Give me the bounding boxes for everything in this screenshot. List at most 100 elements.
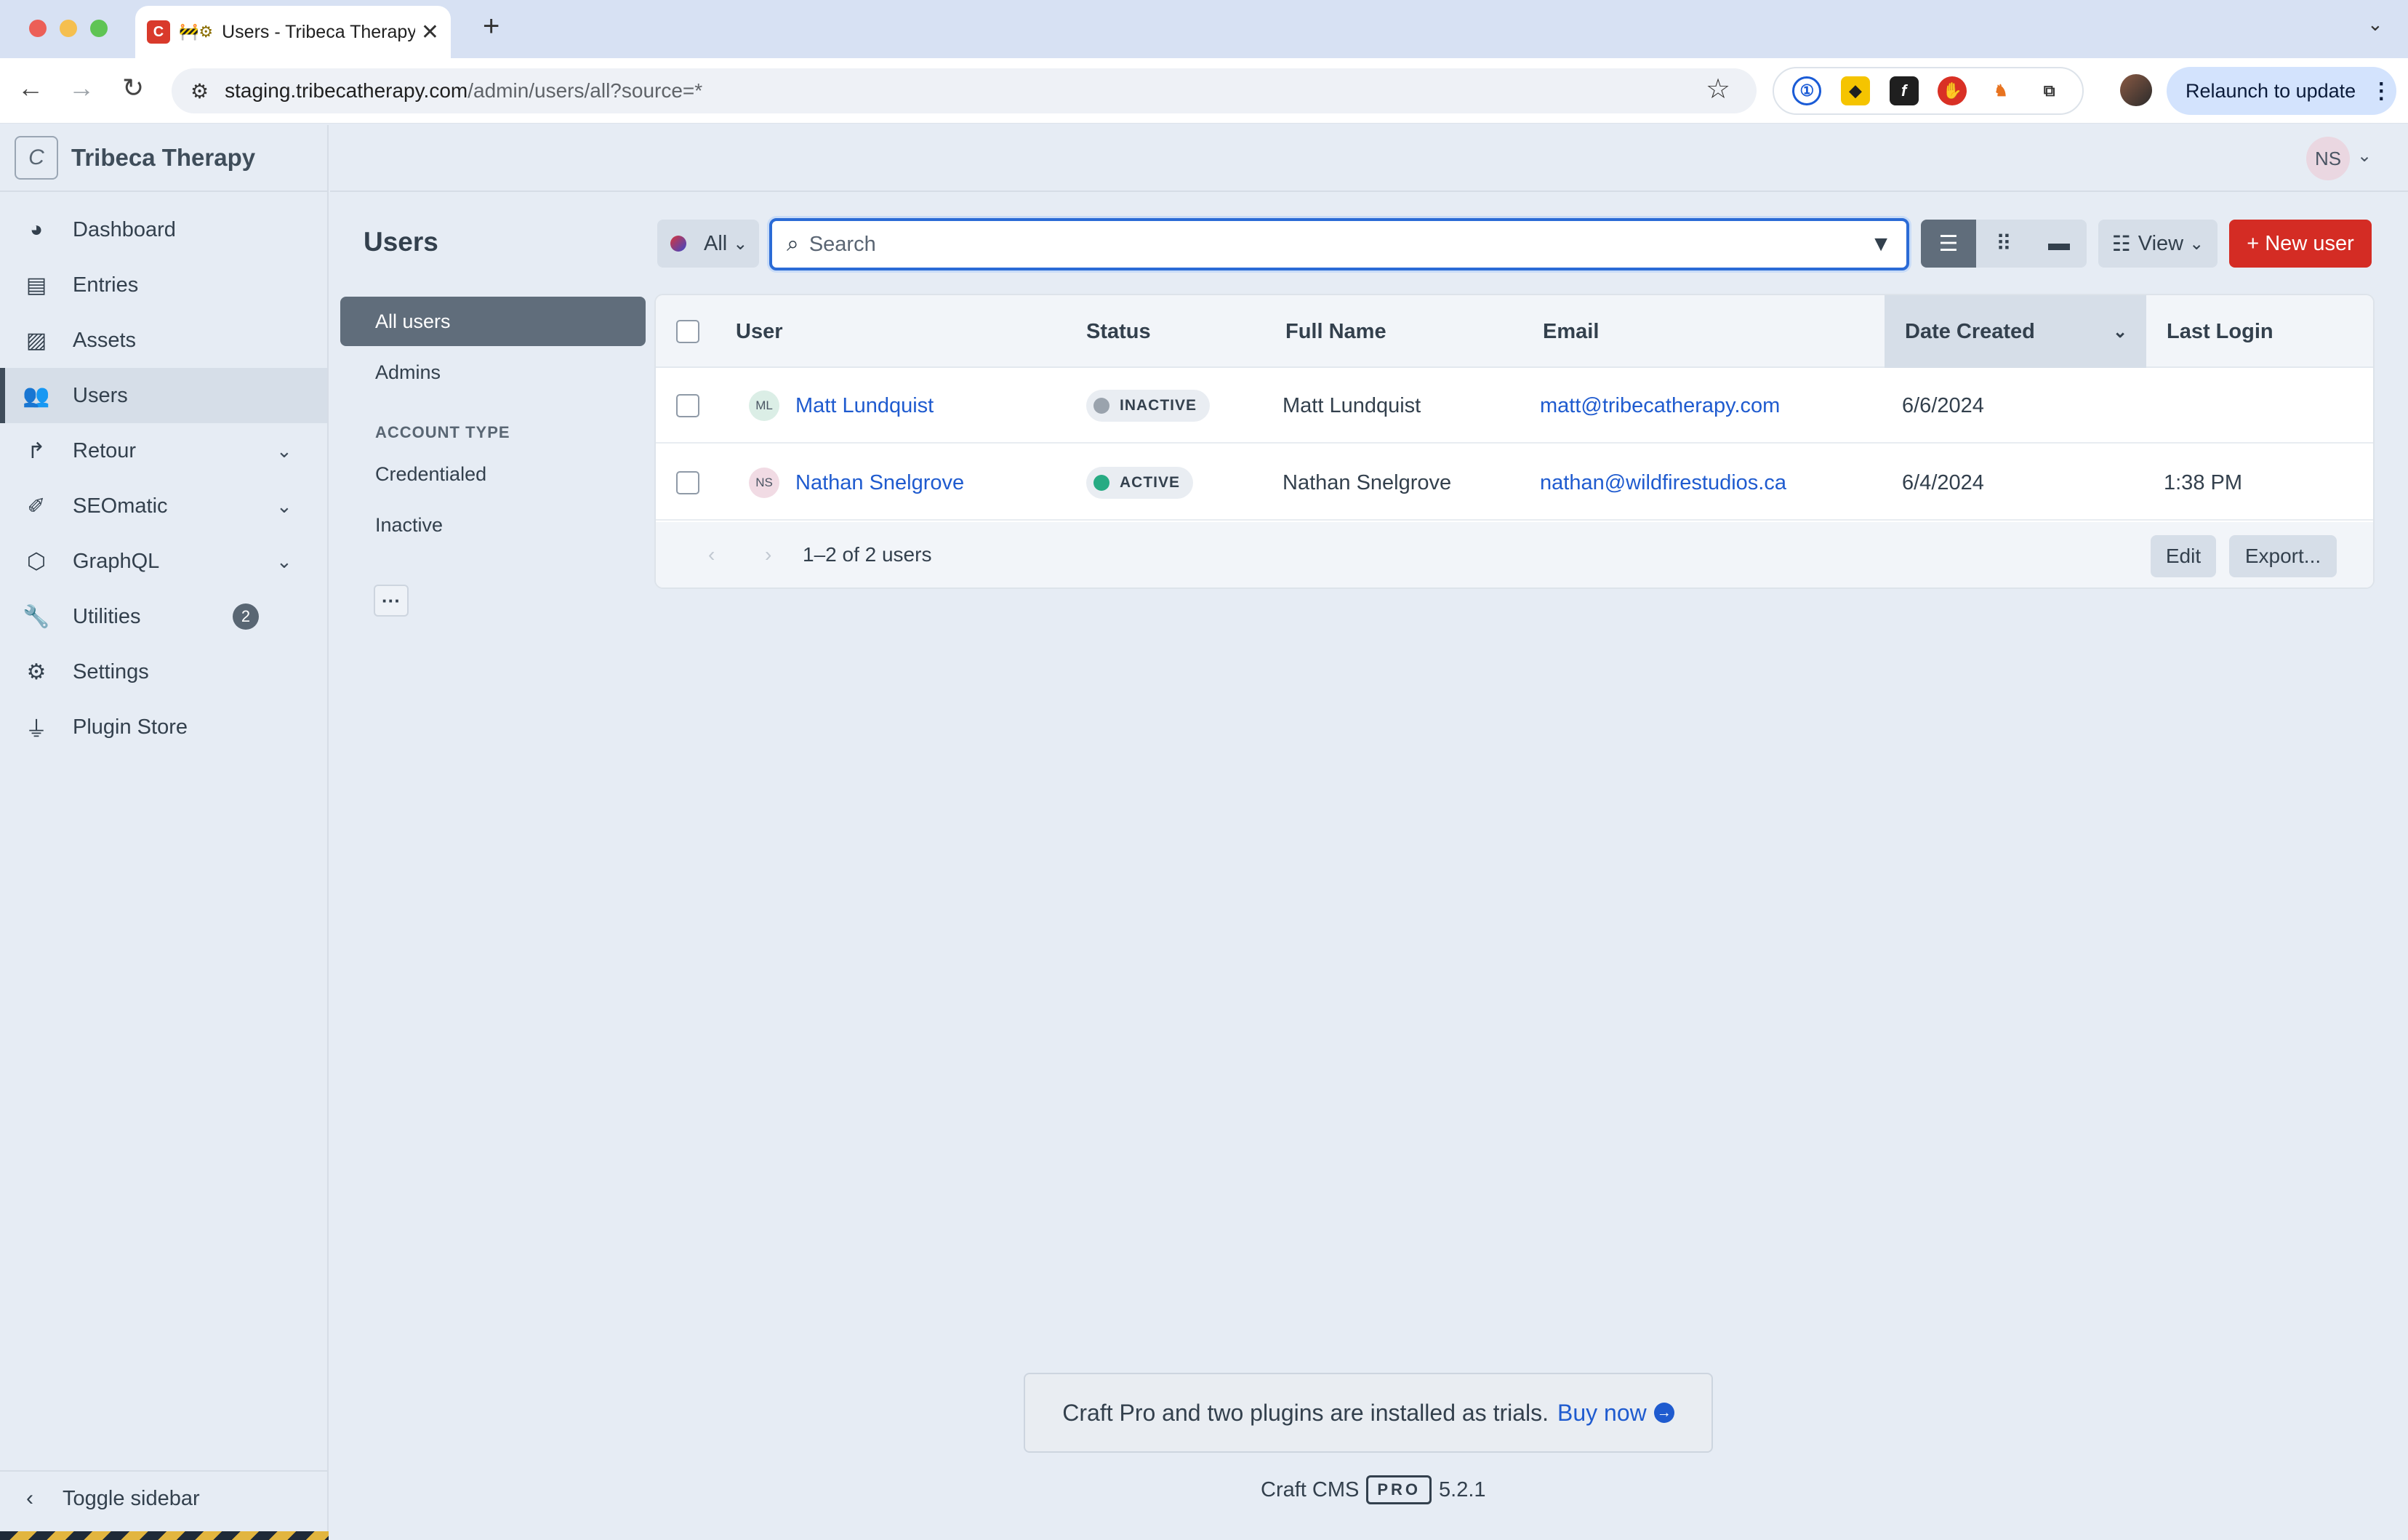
chevron-down-icon[interactable]: ⌄ (276, 550, 292, 573)
nav-item-utilities[interactable]: 🔧 Utilities 2 (0, 589, 327, 644)
cards-view-button[interactable]: ▬ (2031, 220, 2087, 268)
grid-icon: ⠿ (1996, 231, 2012, 256)
nav-item-dashboard[interactable]: ◕ Dashboard (0, 202, 327, 257)
pagination-info: 1–2 of 2 users (803, 543, 932, 566)
tab-close-icon[interactable]: ✕ (421, 20, 439, 45)
assets-icon: ▨ (25, 328, 47, 353)
browser-menu-icon[interactable]: ⋮ (2370, 79, 2392, 104)
nav-label: SEOmatic (73, 494, 168, 518)
filter-icon[interactable]: ▼ (1870, 232, 1892, 257)
last-login-cell: 1:38 PM (2164, 470, 2242, 494)
column-header-last-login[interactable]: Last Login (2167, 295, 2273, 368)
column-header-full-name[interactable]: Full Name (1285, 295, 1386, 368)
nav-item-retour[interactable]: ↱ Retour ⌄ (0, 423, 327, 478)
browser-tab[interactable]: C 🚧⚙ Users - Tribeca Therapy ✕ (135, 6, 451, 58)
environment-stripe (0, 1531, 329, 1540)
font-icon[interactable]: f (1889, 76, 1919, 105)
status-dot-icon (1093, 475, 1109, 491)
column-header-status[interactable]: Status (1086, 295, 1151, 368)
trial-text: Craft Pro and two plugins are installed … (1062, 1399, 1549, 1426)
window-minimize-button[interactable] (60, 20, 77, 37)
source-group-heading: ACCOUNT TYPE (375, 423, 510, 441)
nav-label: Assets (73, 328, 137, 352)
sort-chevron-icon[interactable]: ⌄ (2113, 295, 2127, 368)
buy-now-link[interactable]: Buy now (1557, 1400, 1647, 1427)
chevron-down-icon[interactable]: ⌄ (276, 495, 292, 518)
tab-search-chevron-icon[interactable]: ⌄ (2367, 13, 2383, 36)
nav-label: Retour (73, 438, 137, 462)
table-view-button[interactable]: ☰ (1921, 220, 1976, 268)
column-header-email[interactable]: Email (1543, 295, 1599, 368)
relaunch-button[interactable]: Relaunch to update ⋮ (2167, 67, 2396, 115)
toggle-sidebar-label: Toggle sidebar (63, 1486, 200, 1510)
email-link[interactable]: matt@tribecatherapy.com (1540, 368, 1780, 444)
email-link[interactable]: nathan@wildfirestudios.ca (1540, 445, 1786, 521)
nav-item-users[interactable]: 👥 Users (0, 368, 327, 423)
table-footer: ‹ › 1–2 of 2 users Edit Export... (656, 522, 2373, 587)
user-link[interactable]: Nathan Snelgrove (795, 471, 964, 495)
chevron-down-icon: ⌄ (2189, 233, 2204, 254)
view-menu-button[interactable]: ☷ View ⌄ (2098, 220, 2218, 268)
new-tab-button[interactable]: + (483, 10, 499, 43)
row-checkbox[interactable] (676, 368, 699, 444)
nav-item-assets[interactable]: ▨ Assets (0, 313, 327, 368)
site-header[interactable]: C Tribeca Therapy (0, 125, 329, 192)
source-admins[interactable]: Admins (340, 348, 646, 397)
nav-item-graphql[interactable]: ⬡ GraphQL ⌄ (0, 534, 327, 589)
search-icon: ⌕ (787, 232, 799, 256)
wrench-icon: 🔧 (23, 604, 50, 629)
puzzle-icon[interactable]: ⧉ (2034, 76, 2064, 105)
profile-avatar[interactable] (2120, 74, 2152, 106)
view-label: View (2138, 231, 2184, 255)
export-button[interactable]: Export... (2229, 535, 2337, 577)
craft-logo-icon: C (15, 136, 58, 180)
chevron-down-icon[interactable]: ⌄ (2357, 145, 2372, 167)
source-credentialed[interactable]: Credentialed (340, 449, 646, 499)
forward-icon[interactable]: → (68, 73, 95, 103)
new-user-button[interactable]: + New user (2229, 220, 2372, 268)
table-row[interactable]: ML Matt Lundquist INACTIVE Matt Lundquis… (656, 368, 2373, 444)
nav-item-entries[interactable]: ▤ Entries (0, 257, 327, 313)
site-selector[interactable]: All ⌄ (657, 220, 759, 268)
bookmark-star-icon[interactable]: ☆ (1706, 73, 1730, 105)
window-close-button[interactable] (29, 20, 47, 37)
prev-page-icon[interactable]: ‹ (708, 522, 715, 587)
source-inactive[interactable]: Inactive (340, 500, 646, 550)
window-maximize-button[interactable] (90, 20, 108, 37)
nav-item-seomatic[interactable]: ✐ SEOmatic ⌄ (0, 478, 327, 534)
nav-item-plugin-store[interactable]: ⏚ Plugin Store (0, 699, 327, 755)
reload-icon[interactable]: ↻ (122, 73, 144, 103)
source-all-users[interactable]: All users (340, 297, 646, 346)
back-icon[interactable]: ← (17, 73, 44, 103)
adblock-icon[interactable]: ✋ (1938, 76, 1967, 105)
extensions-bar: ① ◆ f ✋ ♞ ⧉ (1773, 67, 2084, 115)
graphql-icon: ⬡ (26, 549, 47, 574)
fox-icon[interactable]: ♞ (1986, 76, 2015, 105)
1password-icon[interactable]: ① (1792, 76, 1822, 105)
cms-name: Craft CMS (1261, 1477, 1360, 1501)
nav-label: Dashboard (73, 217, 176, 241)
sentry-icon[interactable]: ◆ (1840, 76, 1870, 105)
arrow-circle-icon[interactable]: → (1653, 1403, 1674, 1423)
select-all-checkbox[interactable] (676, 295, 699, 368)
user-menu-avatar[interactable]: NS (2306, 137, 2350, 180)
column-header-user[interactable]: User (736, 295, 783, 368)
user-link[interactable]: Matt Lundquist (795, 394, 934, 418)
row-checkbox[interactable] (676, 445, 699, 521)
seomatic-icon: ✐ (27, 494, 46, 518)
version-number: 5.2.1 (1439, 1477, 1486, 1501)
nav-label: GraphQL (73, 549, 160, 573)
next-page-icon[interactable]: › (765, 522, 771, 587)
edit-button[interactable]: Edit (2151, 535, 2216, 577)
table-row[interactable]: NS Nathan Snelgrove ACTIVE Nathan Snelgr… (656, 445, 2373, 521)
chevron-down-icon[interactable]: ⌄ (276, 440, 292, 462)
address-bar[interactable]: ⚙ staging.tribecatherapy.com/admin/users… (172, 68, 1757, 113)
more-options-button[interactable]: ··· (374, 585, 409, 617)
thumbs-view-button[interactable]: ⠿ (1976, 220, 2031, 268)
search-input[interactable]: ⌕ Search ▼ (769, 218, 1909, 270)
toggle-sidebar-button[interactable]: ‹ Toggle sidebar (0, 1470, 327, 1525)
page-title: Users (364, 227, 438, 257)
site-info-icon[interactable]: ⚙ (190, 79, 209, 103)
column-header-date-created[interactable]: Date Created (1905, 295, 2035, 368)
nav-item-settings[interactable]: ⚙ Settings (0, 644, 327, 699)
